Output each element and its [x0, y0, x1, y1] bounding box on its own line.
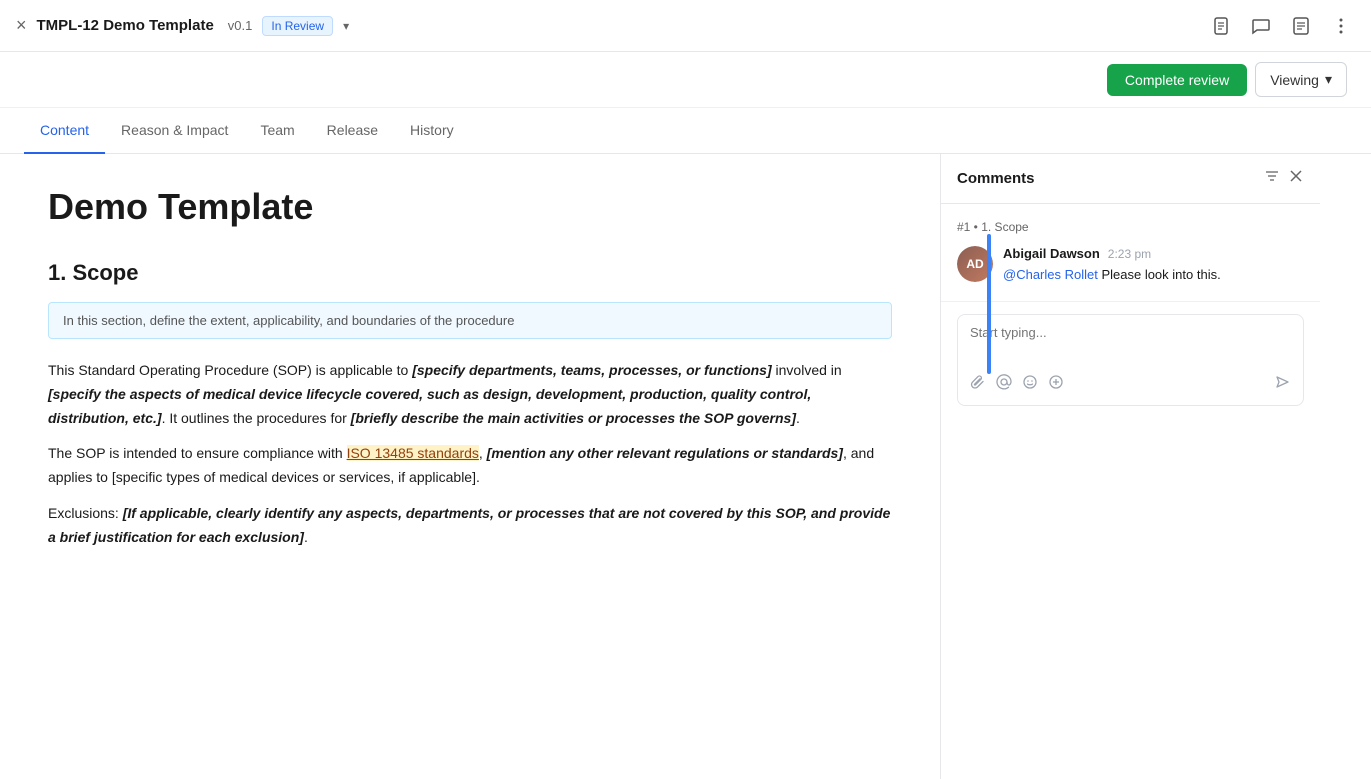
- reply-input[interactable]: [970, 325, 1291, 365]
- viewing-dropdown-button[interactable]: Viewing ▾: [1255, 62, 1347, 97]
- topbar-left: × TMPL-12 Demo Template v0.1 In Review ▾: [16, 15, 349, 36]
- send-button[interactable]: [1275, 374, 1291, 395]
- document-icon-button[interactable]: [1207, 12, 1235, 40]
- chat-icon: [1251, 16, 1271, 36]
- reply-box: [957, 314, 1304, 406]
- notes-icon: [1291, 16, 1311, 36]
- close-comments-button[interactable]: [1288, 168, 1304, 189]
- paragraph1: This Standard Operating Procedure (SOP) …: [48, 359, 892, 430]
- close-button[interactable]: ×: [16, 15, 27, 36]
- comment-author: Abigail Dawson: [1003, 246, 1100, 261]
- filter-icon-button[interactable]: [1264, 168, 1280, 189]
- notes-icon-button[interactable]: [1287, 12, 1315, 40]
- para1-post: . It outlines the procedures for: [162, 410, 351, 426]
- main-layout: Demo Template 1. Scope In this section, …: [0, 154, 1371, 779]
- para2-bold: [mention any other relevant regulations …: [487, 445, 843, 461]
- para1-bold3: [briefly describe the main activities or…: [351, 410, 796, 426]
- para2-mid: ,: [479, 445, 487, 461]
- send-icon: [1275, 374, 1291, 390]
- para2-highlighted: ISO 13485 standards: [347, 445, 479, 461]
- tab-reason-impact[interactable]: Reason & Impact: [105, 108, 244, 154]
- comments-header: Comments: [941, 154, 1320, 204]
- filter-icon: [1264, 168, 1280, 184]
- para3-bold: [If applicable, clearly identify any asp…: [48, 505, 890, 545]
- comment-text: @Charles Rollet Please look into this.: [1003, 265, 1304, 285]
- section-placeholder: In this section, define the extent, appl…: [48, 302, 892, 339]
- status-badge: In Review: [262, 16, 333, 36]
- para1-end: .: [796, 410, 800, 426]
- comment-accent-bar: [987, 234, 991, 374]
- viewing-label: Viewing: [1270, 72, 1319, 88]
- comment-time: 2:23 pm: [1108, 247, 1151, 261]
- comments-title: Comments: [957, 170, 1035, 187]
- more-icon: [1331, 16, 1351, 36]
- comments-panel: Comments #1 • 1. Sc: [940, 154, 1320, 779]
- document-icon: [1211, 16, 1231, 36]
- document-title: Demo Template: [48, 186, 892, 228]
- complete-review-button[interactable]: Complete review: [1107, 64, 1247, 96]
- tabs-bar: Content Reason & Impact Team Release His…: [0, 108, 1371, 154]
- doc-id: TMPL-12: [37, 17, 100, 34]
- tab-content[interactable]: Content: [24, 108, 105, 154]
- para3-end: .: [304, 529, 308, 545]
- emoji-icon-button[interactable]: [1022, 374, 1038, 395]
- tab-team[interactable]: Team: [244, 108, 310, 154]
- comment-author-row: Abigail Dawson 2:23 pm: [1003, 246, 1304, 261]
- comment-body: AD Abigail Dawson 2:23 pm @Charles Rolle…: [957, 246, 1304, 285]
- tab-history[interactable]: History: [394, 108, 470, 154]
- comment-content: Abigail Dawson 2:23 pm @Charles Rollet P…: [1003, 246, 1304, 285]
- attach-icon-button[interactable]: [970, 374, 986, 395]
- mention-icon: [996, 374, 1012, 390]
- para1-pre: This Standard Operating Procedure (SOP) …: [48, 362, 412, 378]
- topbar-right: [1207, 12, 1355, 40]
- para1-bold1: [specify departments, teams, processes, …: [412, 362, 771, 378]
- para1-mid: involved in: [772, 362, 842, 378]
- more-options-button[interactable]: [1327, 12, 1355, 40]
- reply-toolbar-left: [970, 374, 1064, 395]
- doc-version: v0.1: [228, 18, 253, 33]
- content-area: Demo Template 1. Scope In this section, …: [0, 154, 940, 779]
- close-icon: [1288, 168, 1304, 184]
- mention-icon-button[interactable]: [996, 374, 1012, 395]
- status-dropdown[interactable]: ▾: [343, 19, 349, 33]
- chat-icon-button[interactable]: [1247, 12, 1275, 40]
- reply-toolbar: [970, 374, 1291, 395]
- doc-name: Demo Template: [103, 17, 214, 34]
- paragraph3: Exclusions: [If applicable, clearly iden…: [48, 502, 892, 550]
- section1-title: 1. Scope: [48, 260, 892, 286]
- paragraph2: The SOP is intended to ensure compliance…: [48, 442, 892, 490]
- comment-mention: @Charles Rollet: [1003, 267, 1098, 282]
- action-icon: [1048, 374, 1064, 390]
- attach-icon: [970, 374, 986, 390]
- comment-message: Please look into this.: [1098, 267, 1221, 282]
- topbar: × TMPL-12 Demo Template v0.1 In Review ▾: [0, 0, 1371, 52]
- comments-header-icons: [1264, 168, 1304, 189]
- comment-thread-1: #1 • 1. Scope AD Abigail Dawson 2:23 pm …: [941, 204, 1320, 302]
- emoji-icon: [1022, 374, 1038, 390]
- comment-ref: #1 • 1. Scope: [957, 220, 1304, 234]
- para2-pre: The SOP is intended to ensure compliance…: [48, 445, 347, 461]
- tab-release[interactable]: Release: [311, 108, 394, 154]
- viewing-arrow-icon: ▾: [1325, 71, 1332, 88]
- action-bar: Complete review Viewing ▾: [0, 52, 1371, 108]
- action-icon-button[interactable]: [1048, 374, 1064, 395]
- doc-title: TMPL-12 Demo Template: [37, 17, 214, 34]
- para3-pre: Exclusions:: [48, 505, 123, 521]
